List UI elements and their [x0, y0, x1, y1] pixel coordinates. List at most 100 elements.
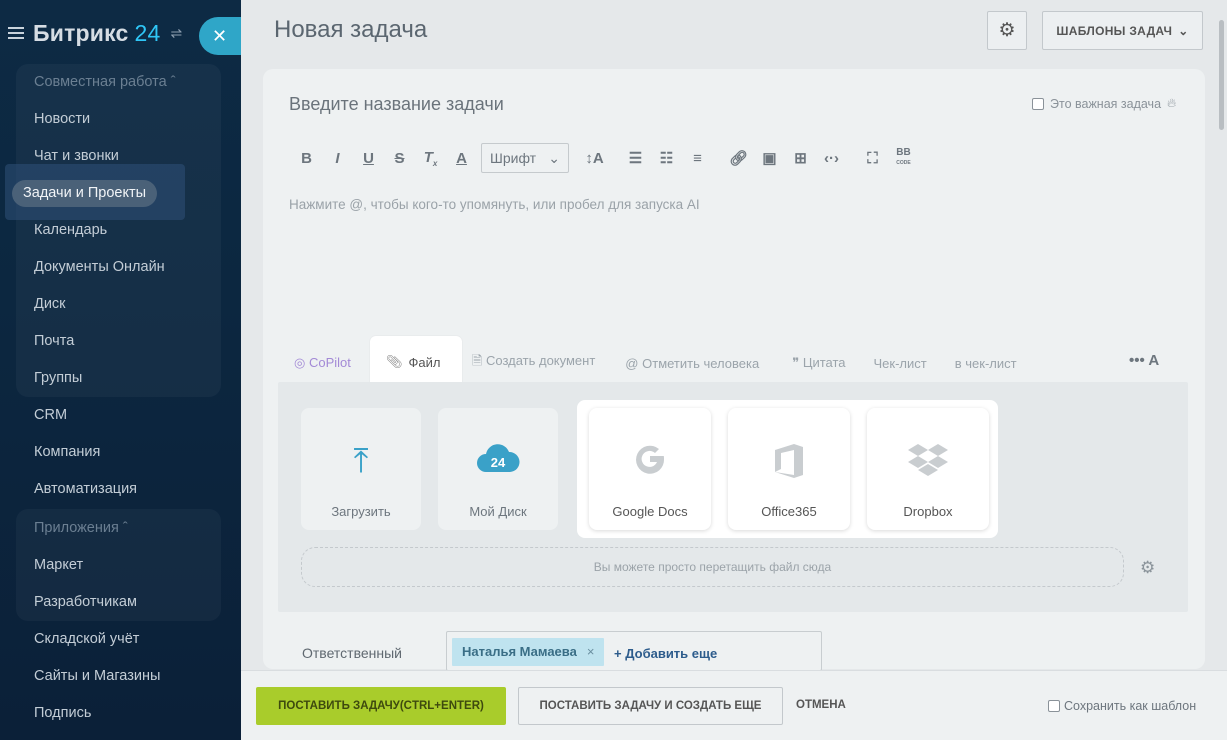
- numbered-list-icon[interactable]: ☰: [620, 149, 651, 167]
- sidebar-item-company[interactable]: Компания: [34, 444, 100, 460]
- link-icon[interactable]: 🔗︎: [723, 149, 754, 167]
- gear-icon: ⚙: [998, 20, 1016, 41]
- sidebar-item-mail[interactable]: Почта: [34, 333, 74, 349]
- sidebar-item-developers[interactable]: Разработчикам: [34, 594, 137, 610]
- sidebar-item-tasks[interactable]: Задачи и Проекты: [12, 180, 158, 207]
- dropbox-icon: [867, 442, 989, 482]
- copilot-button[interactable]: ◎ CoPilot: [294, 355, 351, 371]
- fullscreen-icon[interactable]: ⛶: [857, 150, 888, 167]
- templates-button[interactable]: ШАБЛОНЫ ЗАДАЧ ⌄: [1042, 11, 1203, 50]
- chevron-down-icon: ⌄: [548, 149, 560, 166]
- sidebar-group-apps-title[interactable]: Приложения ˆ: [34, 520, 128, 536]
- sidebar-header: Битрикс 24 ⇌: [8, 18, 182, 48]
- table-icon[interactable]: ⊞: [785, 149, 816, 167]
- font-select[interactable]: Шрифт ⌄: [481, 143, 569, 173]
- file-label: Файл: [408, 354, 441, 370]
- logo[interactable]: Битрикс 24: [33, 20, 161, 47]
- sidebar-item-calendar[interactable]: Календарь: [34, 222, 107, 238]
- google-docs-tile[interactable]: Google Docs: [589, 408, 711, 530]
- sidebar-group-collab-title[interactable]: Совместная работа ˆ: [34, 74, 176, 90]
- strikethrough-icon[interactable]: S: [384, 150, 415, 167]
- chevron-up-icon: ˆ: [122, 520, 128, 536]
- cloud-icon: 24: [438, 442, 558, 483]
- sidebar-item-docs[interactable]: Документы Онлайн: [34, 259, 165, 275]
- mention-button[interactable]: @ Отметить человека: [625, 356, 759, 371]
- chevron-up-icon: ˆ: [170, 74, 176, 90]
- close-icon: ✕: [212, 25, 228, 46]
- cancel-button[interactable]: ОТМЕНА: [796, 699, 846, 711]
- checklist-button[interactable]: Чек-лист: [874, 356, 927, 371]
- bold-icon[interactable]: B: [291, 150, 322, 167]
- scrollbar[interactable]: [1215, 0, 1227, 670]
- bbcode-icon[interactable]: BB CODE: [888, 148, 919, 168]
- menu-icon[interactable]: [8, 27, 24, 39]
- sidebar-item-warehouse[interactable]: Складской учёт: [34, 631, 139, 647]
- file-dropzone[interactable]: Вы можете просто перетащить файл сюда: [301, 547, 1124, 587]
- remove-icon[interactable]: ×: [587, 638, 595, 666]
- to-checklist-button[interactable]: в чек-лист: [955, 356, 1017, 371]
- save-template-checkbox[interactable]: Сохранить как шаблон: [1048, 699, 1196, 713]
- logo-settings-icon[interactable]: ⇌: [171, 25, 183, 42]
- submit-task-button[interactable]: ПОСТАВИТЬ ЗАДАЧУ(CTRL+ENTER): [256, 687, 506, 725]
- task-title-input[interactable]: Введите название задачи: [289, 94, 504, 115]
- sidebar-item-news[interactable]: Новости: [34, 111, 90, 127]
- font-label: Шрифт: [490, 150, 537, 166]
- chevron-down-icon: ⌄: [1178, 23, 1189, 38]
- paperclip-icon: 📎︎: [386, 354, 403, 369]
- sidebar-item-market[interactable]: Маркет: [34, 557, 83, 573]
- text-format-icon[interactable]: A: [1148, 352, 1159, 369]
- left-sidebar: Битрикс 24 ⇌ Совместная работа ˆ Новости …: [0, 0, 241, 740]
- responsible-name: Наталья Мамаева: [462, 644, 577, 659]
- settings-button[interactable]: ⚙: [987, 11, 1027, 50]
- google-docs-label: Google Docs: [612, 504, 688, 519]
- align-icon[interactable]: ≡: [682, 150, 713, 167]
- font-size-icon[interactable]: ↕A: [579, 150, 610, 167]
- templates-label: ШАБЛОНЫ ЗАДАЧ: [1056, 23, 1173, 38]
- upload-label: Загрузить: [331, 504, 391, 519]
- more-actions[interactable]: ••• A: [1129, 352, 1159, 369]
- file-button[interactable]: 📎︎ Файл: [370, 336, 462, 388]
- page-title: Новая задача: [274, 16, 428, 43]
- sidebar-item-chat[interactable]: Чат и звонки: [34, 148, 119, 164]
- checkbox[interactable]: [1048, 700, 1060, 712]
- quote-button[interactable]: ❞ Цитата: [792, 355, 845, 371]
- office365-tile[interactable]: Office365: [728, 408, 850, 530]
- responsible-tag[interactable]: Наталья Мамаева ×: [452, 638, 605, 666]
- google-icon: [589, 442, 711, 482]
- important-task-checkbox[interactable]: Это важная задача 🔥︎: [1032, 96, 1176, 111]
- image-icon[interactable]: ▣: [754, 149, 785, 167]
- office365-label: Office365: [761, 504, 817, 519]
- logo-text: Битрикс: [33, 19, 129, 46]
- logo-number: 24: [134, 19, 161, 46]
- underline-icon[interactable]: U: [353, 150, 384, 167]
- svg-text:24: 24: [491, 455, 506, 470]
- code-icon[interactable]: ‹·›: [816, 150, 847, 167]
- clear-format-icon[interactable]: Tx: [415, 149, 446, 168]
- checkbox[interactable]: [1032, 97, 1044, 110]
- sidebar-item-crm[interactable]: CRM: [34, 407, 67, 423]
- office-icon: [728, 442, 850, 482]
- editor-toolbar: B I U S Tx A Шрифт ⌄ ↕A ☰ ☷ ≡ 🔗︎ ▣ ⊞ ‹·› …: [291, 143, 919, 173]
- upload-tile[interactable]: ⤒ Загрузить: [301, 408, 421, 530]
- sidebar-item-automation[interactable]: Автоматизация: [34, 481, 137, 497]
- add-more-link[interactable]: + Добавить еще: [614, 646, 717, 661]
- important-label: Это важная задача: [1050, 96, 1162, 111]
- editor-placeholder[interactable]: Нажмите @, чтобы кого-то упомянуть, или …: [289, 197, 700, 212]
- sidebar-item-sign[interactable]: Подпись: [34, 705, 91, 721]
- save-template-label: Сохранить как шаблон: [1064, 699, 1197, 713]
- main-panel: Новая задача ⚙ ШАБЛОНЫ ЗАДАЧ ⌄ Введите на…: [241, 0, 1227, 740]
- sidebar-item-groups[interactable]: Группы: [34, 370, 82, 386]
- gear-icon[interactable]: ⚙: [1140, 558, 1155, 578]
- my-drive-tile[interactable]: 24 Мой Диск: [438, 408, 558, 530]
- responsible-label: Ответственный: [302, 645, 402, 661]
- bullet-list-icon[interactable]: ☷: [651, 149, 682, 167]
- at-icon: @: [625, 355, 639, 371]
- dropbox-tile[interactable]: Dropbox: [867, 408, 989, 530]
- sidebar-item-drive[interactable]: Диск: [34, 296, 66, 312]
- quote-icon: ❞: [792, 355, 800, 370]
- sidebar-item-sites[interactable]: Сайты и Магазины: [34, 668, 160, 684]
- italic-icon[interactable]: I: [322, 150, 353, 167]
- font-color-icon[interactable]: A: [446, 150, 477, 167]
- create-doc-button[interactable]: 🗎︎ Создать документ: [472, 352, 595, 374]
- submit-and-create-button[interactable]: ПОСТАВИТЬ ЗАДАЧУ И СОЗДАТЬ ЕЩЕ: [518, 687, 783, 725]
